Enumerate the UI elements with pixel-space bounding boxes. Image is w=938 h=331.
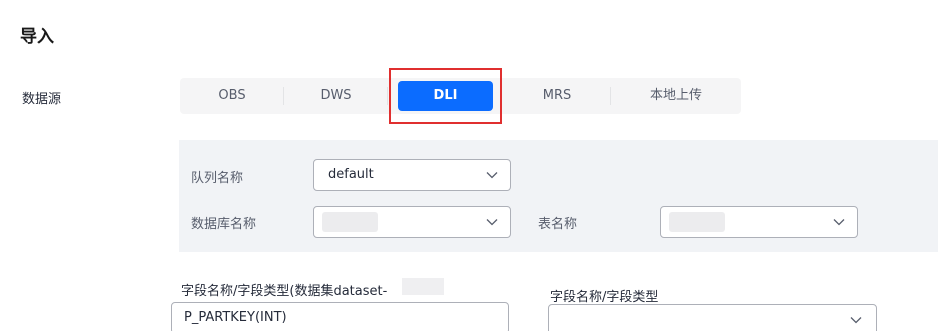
field-mapping-left-label: 字段名称/字段类型(数据集dataset- [181, 284, 388, 299]
tab-obs[interactable]: OBS [180, 78, 284, 114]
tab-dli[interactable]: DLI [398, 81, 493, 111]
chevron-down-icon [833, 219, 845, 226]
queue-value: default [328, 167, 374, 182]
field-mapping-right-label: 字段名称/字段类型 [550, 290, 659, 305]
chevron-down-icon [486, 219, 498, 226]
database-value-redacted [322, 212, 378, 232]
data-source-tabs: OBS DWS DLI MRS 本地上传 [180, 78, 741, 114]
database-label: 数据库名称 [191, 217, 257, 232]
tab-mrs[interactable]: MRS [503, 78, 611, 114]
chevron-down-icon [850, 317, 862, 324]
queue-label: 队列名称 [191, 171, 244, 186]
table-value-redacted [669, 212, 725, 232]
page-title: 导入 [20, 27, 54, 47]
table-label: 表名称 [538, 217, 578, 232]
data-source-label: 数据源 [22, 92, 62, 107]
field-name-type-select[interactable] [548, 304, 877, 331]
database-select[interactable] [313, 206, 511, 238]
queue-select[interactable]: default [313, 159, 511, 191]
chevron-down-icon [486, 172, 498, 179]
field-name-type-input[interactable]: P_PARTKEY(INT) [171, 302, 509, 331]
tab-local-upload[interactable]: 本地上传 [611, 78, 741, 114]
redacted-dataset-name [402, 278, 444, 295]
field-name-type-value: P_PARTKEY(INT) [184, 310, 287, 325]
table-select[interactable] [660, 206, 858, 238]
tab-dws[interactable]: DWS [284, 78, 388, 114]
